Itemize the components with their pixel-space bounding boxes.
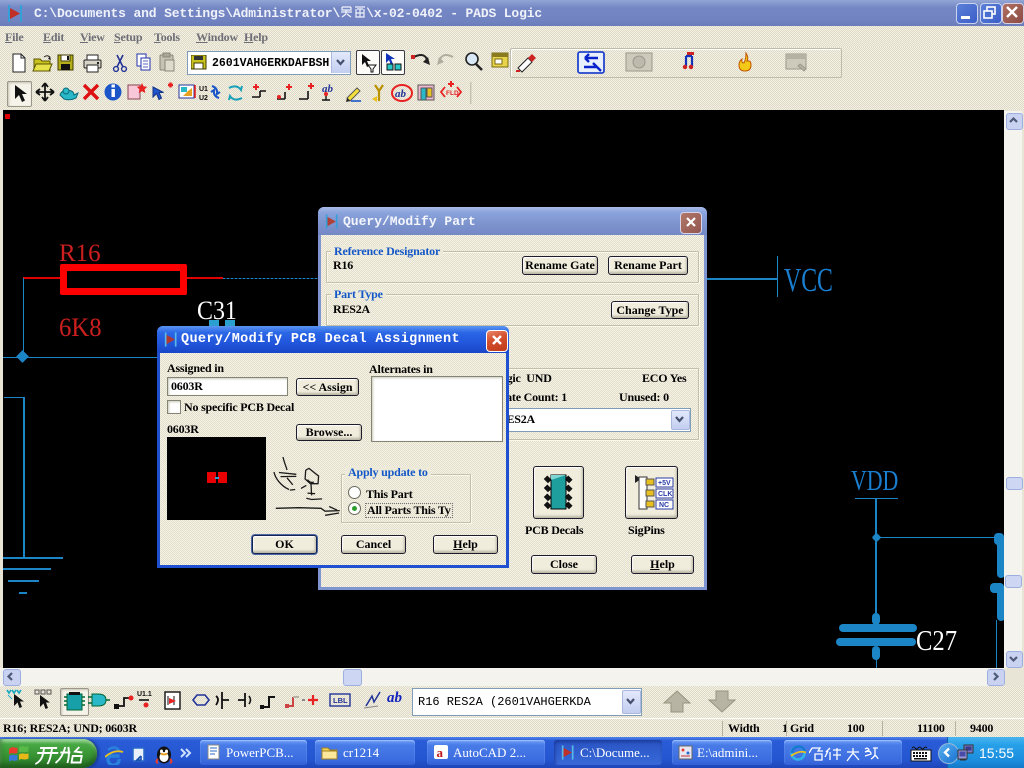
svg-text:LBL: LBL — [333, 696, 348, 705]
svg-text:CLK: CLK — [658, 491, 672, 498]
svg-text:NC: NC — [659, 502, 669, 509]
svg-text:ab: ab — [395, 88, 407, 100]
svg-text:FLD: FLD — [446, 90, 459, 97]
svg-text:+5V: +5V — [658, 480, 671, 487]
svg-text:U1: U1 — [199, 86, 208, 93]
svg-text:U2: U2 — [199, 95, 208, 102]
svg-text:a: a — [437, 745, 444, 760]
svg-text:U1.1: U1.1 — [137, 691, 152, 698]
